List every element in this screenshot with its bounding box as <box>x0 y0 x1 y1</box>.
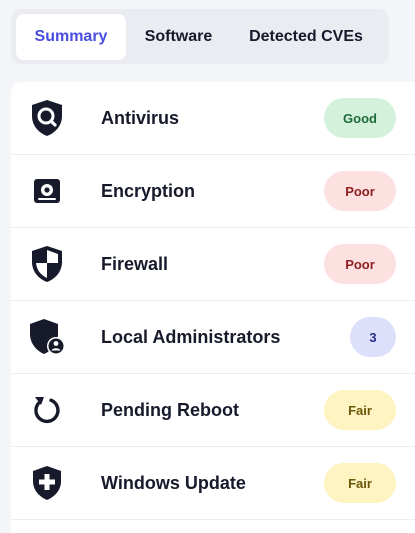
shield-user-icon <box>28 318 66 356</box>
status-badge: Good <box>324 98 396 138</box>
item-label: Firewall <box>101 253 169 274</box>
tab-bar: Summary Software Detected CVEs <box>11 9 389 64</box>
list-item-pending-reboot[interactable]: Pending Reboot Fair <box>11 374 415 447</box>
reboot-icon <box>28 391 66 429</box>
item-label: Pending Reboot <box>101 399 239 420</box>
list-item-local-administrators[interactable]: Local Administrators 3 <box>11 301 415 374</box>
list-item-windows-update[interactable]: Windows Update Fair <box>11 447 415 520</box>
status-badge: Poor <box>324 171 396 211</box>
item-label: Encryption <box>101 180 196 201</box>
list-item-antivirus[interactable]: Antivirus Good <box>11 82 415 155</box>
list-item-firewall[interactable]: Firewall Poor <box>11 228 415 301</box>
status-badge: Fair <box>324 463 396 503</box>
item-label: Antivirus <box>101 107 180 128</box>
shield-plus-icon <box>28 464 66 502</box>
shield-icon <box>28 245 66 283</box>
summary-panel: Antivirus Good Encryption Poor Firewall … <box>11 82 415 533</box>
tab-detected-cves[interactable]: Detected CVEs <box>231 14 381 60</box>
item-label: Local Administrators <box>101 326 281 347</box>
tab-summary[interactable]: Summary <box>16 13 126 60</box>
status-badge: Fair <box>324 390 396 430</box>
status-badge: Poor <box>324 244 396 284</box>
tab-software[interactable]: Software <box>126 14 231 60</box>
shield-search-icon <box>28 99 66 137</box>
count-badge: 3 <box>350 317 396 357</box>
list-item-encryption[interactable]: Encryption Poor <box>11 155 415 228</box>
hard-drive-icon <box>28 172 66 210</box>
item-label: Windows Update <box>101 472 246 493</box>
